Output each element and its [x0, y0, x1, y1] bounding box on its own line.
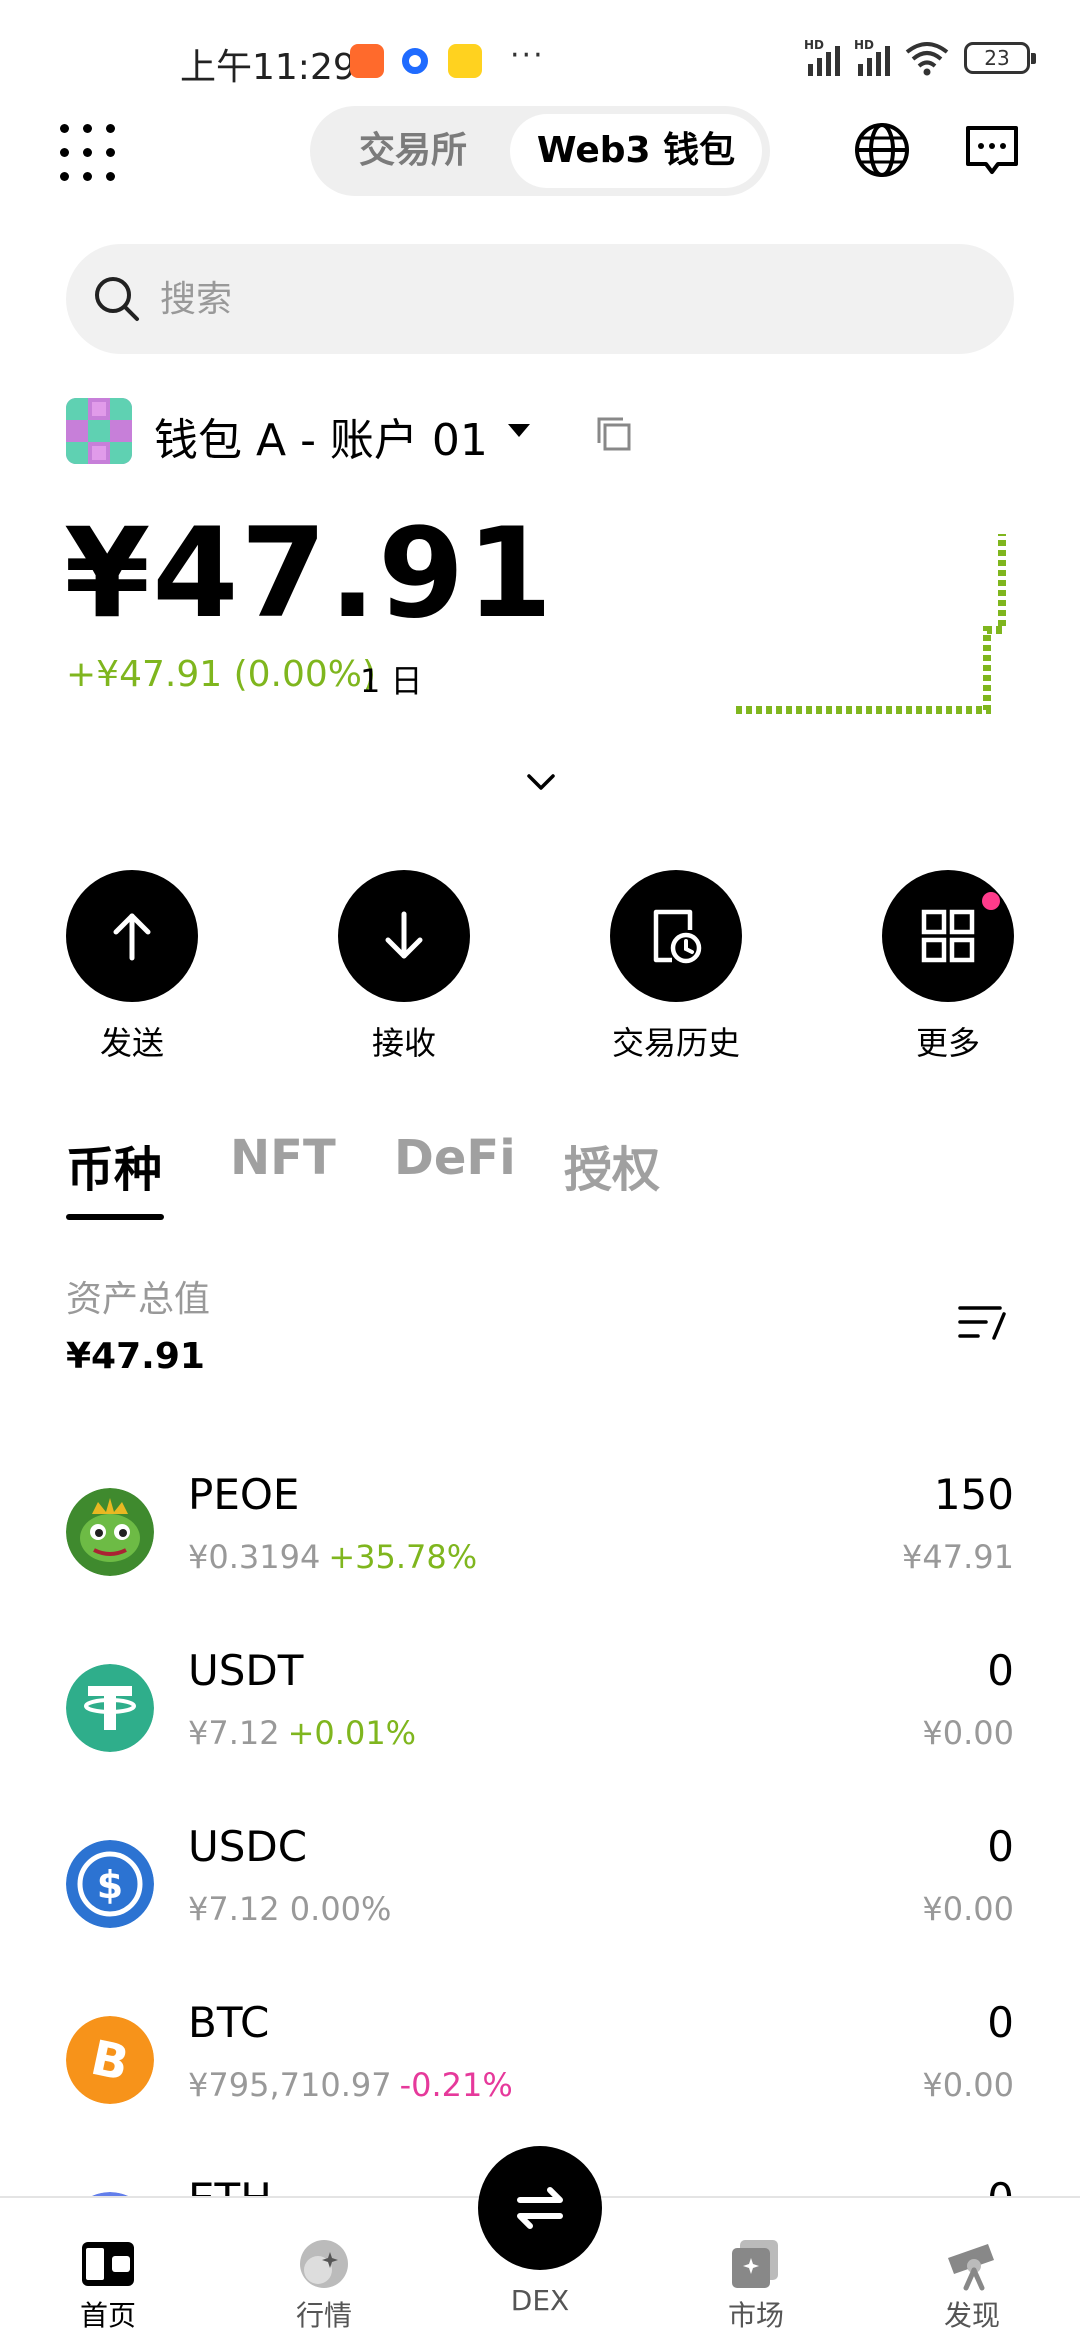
receive-button[interactable]: 接收 — [314, 870, 494, 1064]
account-name[interactable]: 钱包 A - 账户 01 — [154, 404, 488, 468]
token-change: 0.00% — [289, 1890, 392, 1928]
history-button-circle[interactable] — [610, 870, 742, 1002]
token-value: ¥0.00 — [922, 1890, 1014, 1928]
token-symbol: USDC — [188, 1822, 308, 1871]
balance-change: +¥47.91 (0.00%) — [66, 654, 377, 695]
token-row-peoe[interactable]: PEOE ¥0.3194 +35.78% 150 ¥47.91 — [0, 1466, 1080, 1642]
signal-icon: HD — [804, 38, 840, 76]
token-change: +35.78% — [328, 1538, 478, 1576]
more-button-circle[interactable] — [882, 870, 1014, 1002]
search-bar[interactable] — [66, 244, 1014, 354]
peoe-token-icon — [66, 1488, 154, 1576]
token-price: ¥0.3194 +35.78% — [188, 1538, 478, 1576]
message-icon[interactable] — [962, 120, 1022, 180]
dex-button[interactable] — [478, 2146, 602, 2270]
tab-defi[interactable]: DeFi — [394, 1130, 516, 1186]
token-change: -0.21% — [399, 2066, 513, 2104]
nav-home[interactable]: 首页 — [28, 2236, 188, 2334]
btc-token-icon: B — [66, 2016, 154, 2104]
globe-icon[interactable] — [852, 120, 912, 180]
token-price: ¥795,710.97 -0.21% — [188, 2066, 513, 2104]
receive-label: 接收 — [371, 1024, 436, 1062]
search-icon — [95, 277, 139, 321]
token-price: ¥7.12 +0.01% — [188, 1714, 417, 1752]
usdt-token-icon — [66, 1664, 154, 1752]
nav-marketplace[interactable]: 市场 — [676, 2236, 836, 2334]
token-value: ¥0.00 — [922, 1714, 1014, 1752]
search-input[interactable] — [160, 244, 960, 354]
token-amount: 0 — [987, 1646, 1014, 1695]
more-button[interactable]: 更多 — [858, 870, 1038, 1064]
token-value: ¥47.91 — [902, 1538, 1014, 1576]
receive-button-circle[interactable] — [338, 870, 470, 1002]
total-balance: ¥47.91 — [64, 502, 555, 646]
token-row-usdc[interactable]: $ USDC ¥7.12 0.00% 0 ¥0.00 — [0, 1818, 1080, 1994]
token-amount: 0 — [987, 1822, 1014, 1871]
history-label: 交易历史 — [611, 1024, 740, 1062]
market-icon — [300, 2240, 348, 2288]
total-assets-label: 资产总值 — [66, 1279, 211, 1320]
meituan-icon — [448, 44, 482, 78]
send-button-circle[interactable] — [66, 870, 198, 1002]
wallet-icon — [82, 2242, 134, 2286]
account-dropdown-icon[interactable] — [508, 424, 530, 437]
history-button[interactable]: 交易历史 — [586, 870, 766, 1064]
nft-market-icon — [732, 2240, 778, 2288]
nav-market[interactable]: 行情 — [244, 2236, 404, 2334]
usdc-token-icon: $ — [66, 1840, 154, 1928]
token-symbol: USDT — [188, 1646, 304, 1695]
status-time: 上午11:29 — [180, 47, 356, 88]
wifi-icon — [905, 42, 949, 76]
wallet-avatar[interactable] — [66, 398, 132, 464]
nav-marketplace-label: 市场 — [727, 2299, 784, 2332]
apps-grid-icon[interactable] — [60, 124, 115, 181]
more-apps-icon — [921, 909, 975, 963]
nav-discover-label: 发现 — [943, 2299, 1000, 2332]
telescope-icon — [948, 2244, 994, 2291]
nav-discover[interactable]: 发现 — [892, 2236, 1052, 2334]
tab-web3-wallet[interactable]: Web3 钱包 — [510, 114, 762, 188]
tab-nft[interactable]: NFT — [230, 1130, 336, 1186]
expand-chevron-icon[interactable] — [524, 770, 558, 794]
sort-icon[interactable] — [956, 1300, 1008, 1344]
swap-icon — [517, 2187, 563, 2229]
send-label: 发送 — [99, 1024, 164, 1062]
status-bar: 上午11:29 ··· HD HD 23 — [0, 0, 1080, 110]
copy-icon[interactable] — [596, 416, 632, 452]
svg-text:$: $ — [97, 1863, 123, 1907]
total-assets-value: ¥47.91 — [66, 1336, 205, 1377]
arrow-down-icon — [385, 911, 423, 959]
signal-icon: HD — [854, 38, 890, 76]
status-indicators: HD HD 23 — [804, 38, 1036, 76]
notification-dot — [982, 892, 1000, 910]
battery-icon: 23 — [964, 42, 1036, 74]
nav-market-label: 行情 — [295, 2299, 352, 2332]
tab-exchange[interactable]: 交易所 — [318, 114, 508, 188]
app-notification-icon — [350, 44, 384, 78]
balance-sparkline — [736, 534, 1006, 714]
tab-tokens[interactable]: 币种 — [66, 1130, 162, 1200]
tab-approvals[interactable]: 授权 — [564, 1130, 660, 1200]
period-selector[interactable]: 1 日 — [360, 656, 423, 702]
token-price: ¥7.12 0.00% — [188, 1890, 392, 1928]
history-icon — [653, 909, 702, 964]
token-amount: 0 — [987, 1998, 1014, 2047]
token-row-btc[interactable]: B BTC ¥795,710.97 -0.21% 0 ¥0.00 — [0, 1994, 1080, 2170]
arrow-up-icon — [113, 913, 151, 961]
token-row-usdt[interactable]: USDT ¥7.12 +0.01% 0 ¥0.00 — [0, 1642, 1080, 1818]
app-notification-icon — [402, 48, 428, 74]
token-change: +0.01% — [287, 1714, 417, 1752]
token-amount: 150 — [933, 1470, 1014, 1519]
nav-home-label: 首页 — [79, 2299, 136, 2332]
mode-switch: 交易所 Web3 钱包 — [310, 106, 770, 196]
token-symbol: PEOE — [188, 1470, 300, 1519]
token-symbol: BTC — [188, 1998, 270, 2047]
more-notifications-icon: ··· — [510, 38, 545, 73]
nav-dex-label: DEX — [510, 2284, 570, 2317]
active-tab-indicator — [66, 1214, 164, 1220]
send-button[interactable]: 发送 — [42, 870, 222, 1064]
token-value: ¥0.00 — [922, 2066, 1014, 2104]
more-label: 更多 — [915, 1024, 980, 1062]
